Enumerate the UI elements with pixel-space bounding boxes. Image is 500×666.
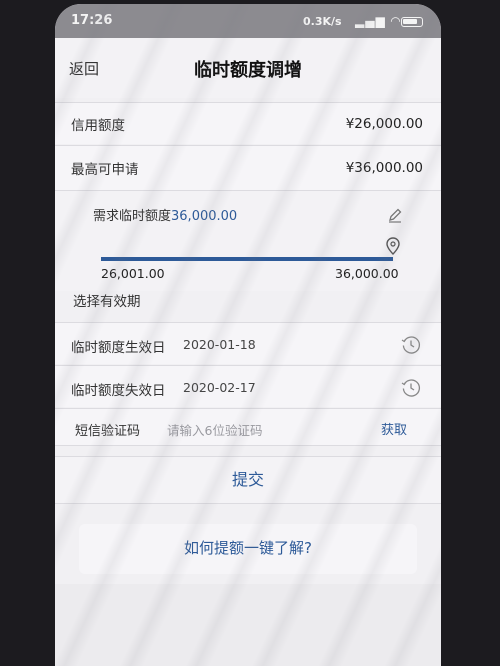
slider-max-value: 36,000.00 xyxy=(335,266,399,281)
slider-min-value: 26,001.00 xyxy=(101,266,165,281)
max-apply-label: 最高可申请 xyxy=(71,162,139,178)
battery-icon xyxy=(401,17,423,27)
end-date-row[interactable]: 临时额度失效日 2020-02-17 xyxy=(55,365,441,407)
amount-slider-track[interactable] xyxy=(101,257,393,261)
max-apply-value: ¥36,000.00 xyxy=(345,160,423,176)
status-bar: 17:26 0.3K/s ▂▄▆ ◠ xyxy=(55,4,441,38)
start-date-row[interactable]: 临时额度生效日 2020-01-18 xyxy=(55,322,441,364)
sms-code-row: 短信验证码 请输入6位验证码 获取 xyxy=(55,408,441,446)
start-date-value: 2020-01-18 xyxy=(183,337,256,352)
end-date-value: 2020-02-17 xyxy=(183,380,256,395)
status-time: 17:26 xyxy=(71,13,113,28)
get-code-button[interactable]: 获取 xyxy=(381,419,407,438)
submit-button[interactable]: 提交 xyxy=(55,456,441,504)
request-amount-value: 36,000.00 xyxy=(171,209,238,224)
nav-bar: 返回 临时额度调增 xyxy=(55,38,441,98)
end-date-label: 临时额度失效日 xyxy=(71,383,166,399)
help-link[interactable]: 如何提额一键了解? xyxy=(79,524,417,574)
slider-handle-pin-icon[interactable] xyxy=(386,237,400,259)
signal-wifi-icon: ▂▄▆ ◠ xyxy=(355,14,402,28)
credit-limit-label: 信用额度 xyxy=(71,118,125,134)
sms-code-label: 短信验证码 xyxy=(75,424,141,439)
start-date-clock-icon[interactable] xyxy=(401,335,421,355)
network-speed: 0.3K/s xyxy=(303,15,342,28)
page-title: 临时额度调增 xyxy=(194,60,302,81)
request-amount-text: 需求临时额度36,000.00 xyxy=(93,205,237,224)
sms-code-input[interactable]: 请输入6位验证码 xyxy=(167,420,262,439)
request-amount-label: 需求临时额度 xyxy=(93,209,172,224)
max-apply-row: 最高可申请 ¥36,000.00 xyxy=(55,145,441,190)
credit-limit-value: ¥26,000.00 xyxy=(345,116,423,132)
validity-section-title: 选择有效期 xyxy=(73,294,141,310)
edit-icon[interactable] xyxy=(387,207,403,223)
start-date-label: 临时额度生效日 xyxy=(71,340,166,356)
credit-limit-row: 信用额度 ¥26,000.00 xyxy=(55,102,441,144)
bottom-blank-area xyxy=(55,584,441,666)
phone-screen: 17:26 0.3K/s ▂▄▆ ◠ 返回 临时额度调增 信用额度 ¥26,00… xyxy=(55,4,441,666)
request-amount-card: 需求临时额度36,000.00 26,001.00 36,000.00 xyxy=(55,190,441,291)
end-date-clock-icon[interactable] xyxy=(401,378,421,398)
